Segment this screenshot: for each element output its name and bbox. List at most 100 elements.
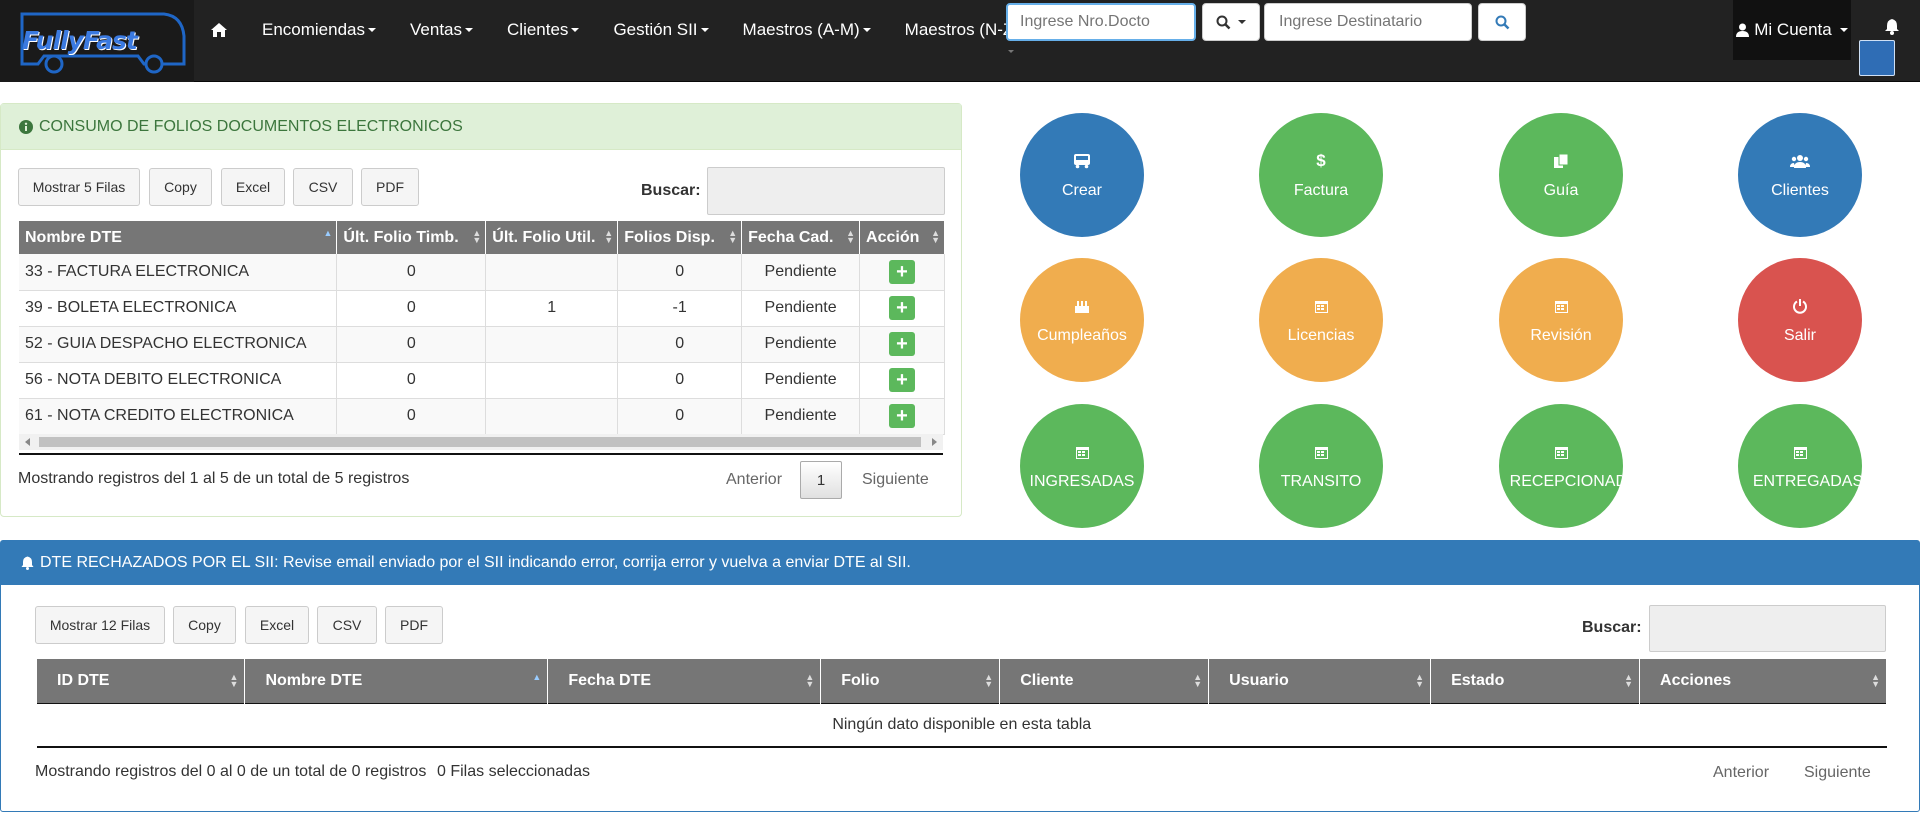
folios-search-input[interactable]	[707, 167, 945, 215]
menu-maestros-a-m[interactable]: Maestros (A-M)	[726, 20, 888, 40]
menu-gestion-sii[interactable]: Gestión SII	[596, 20, 725, 40]
rechazados-search-input[interactable]	[1649, 605, 1886, 652]
folios-prev-page[interactable]: Anterior	[726, 471, 782, 489]
calendar-icon	[1793, 446, 1807, 459]
folios-next-page[interactable]: Siguiente	[862, 471, 929, 489]
folios-panel-header: CONSUMO DE FOLIOS DOCUMENTOS ELECTRONICO…	[1, 104, 961, 150]
calendar-icon	[1554, 446, 1568, 459]
copy-button[interactable]: Copy	[149, 168, 212, 206]
caret-down-icon	[1238, 20, 1246, 24]
menu-clientes[interactable]: Clientes	[490, 20, 596, 40]
shortcut-crear[interactable]: Crear	[1020, 113, 1144, 237]
account-menu[interactable]: Mi Cuenta	[1733, 0, 1851, 60]
brand-logo[interactable]: FullyFast	[0, 0, 194, 82]
shortcut-entregadas[interactable]: ENTREGADAS	[1738, 404, 1862, 528]
caret-down-icon	[465, 28, 474, 32]
rechazados-table: ID DTE ▲ ▼ Nombre DTE ▲ Fecha DTE ▲ ▼ Folio ▲ ▼…	[37, 659, 1887, 748]
folios-current-page[interactable]: 1	[800, 461, 842, 499]
menu-encomiendas[interactable]: Encomiendas	[245, 20, 393, 40]
col-folio[interactable]: Folio ▲ ▼	[820, 659, 1001, 703]
add-folio-button[interactable]: +	[889, 332, 916, 356]
search-icon	[1216, 15, 1231, 29]
table-row: 61 - NOTA CREDITO ELECTRONICA 0 0 Pendie…	[19, 398, 945, 435]
add-folio-button[interactable]: +	[889, 404, 916, 428]
add-folio-button[interactable]: +	[889, 296, 916, 320]
col-ult-folio-timb[interactable]: Últ. Folio Timb. ▲ ▼	[336, 221, 487, 254]
users-icon	[1790, 155, 1810, 168]
caret-down-icon	[571, 28, 580, 32]
caret-down-icon	[862, 28, 871, 32]
scroll-right-icon[interactable]	[932, 438, 937, 446]
col-usuario[interactable]: Usuario ▲ ▼	[1208, 659, 1432, 703]
bell-icon	[21, 556, 34, 570]
csv-button[interactable]: CSV	[293, 168, 353, 206]
destinatario-search-button[interactable]	[1478, 3, 1526, 41]
destinatario-search-input[interactable]	[1264, 3, 1472, 41]
col-folios-disp[interactable]: Folios Disp. ▲ ▼	[617, 221, 743, 254]
show-rows-button[interactable]: Mostrar 12 Filas	[35, 606, 165, 644]
rechazados-table-info: Mostrando registros del 0 al 0 de un tot…	[35, 763, 427, 780]
col-id-dte[interactable]: ID DTE ▲ ▼	[37, 659, 246, 703]
search-label: Buscar:	[641, 182, 701, 199]
pdf-button[interactable]: PDF	[361, 168, 419, 206]
copy-button[interactable]: Copy	[173, 606, 236, 644]
calendar-icon	[1314, 446, 1328, 459]
docto-search-input[interactable]	[1006, 3, 1196, 41]
menu-ventas[interactable]: Ventas	[393, 20, 490, 40]
info-icon	[19, 119, 33, 134]
scrollbar-thumb[interactable]	[39, 437, 921, 447]
table-row: 52 - GUIA DESPACHO ELECTRONICA 0 0 Pendi…	[19, 326, 945, 363]
shortcut-revision[interactable]: Revisión	[1499, 258, 1623, 382]
notifications-bell-icon[interactable]	[1884, 18, 1900, 38]
add-folio-button[interactable]: +	[889, 259, 916, 284]
scroll-left-icon[interactable]	[25, 438, 30, 446]
shortcut-recepcionadas[interactable]: RECEPCIONADAS	[1499, 404, 1623, 528]
caret-down-icon	[1839, 28, 1848, 32]
col-nombre-dte[interactable]: Nombre DTE ▲	[19, 221, 338, 254]
shortcut-clientes[interactable]: Clientes	[1738, 113, 1862, 237]
col-fecha-cad[interactable]: Fecha Cad. ▲ ▼	[741, 221, 861, 254]
col-fecha-dte[interactable]: Fecha DTE ▲ ▼	[547, 659, 822, 703]
add-folio-button[interactable]: +	[889, 368, 916, 392]
shortcut-licencias[interactable]: Licencias	[1259, 258, 1383, 382]
col-ult-folio-util[interactable]: Últ. Folio Util. ▲ ▼	[485, 221, 619, 254]
rechazados-next-page[interactable]: Siguiente	[1804, 764, 1871, 782]
col-acciones[interactable]: Acciones ▲ ▼	[1639, 659, 1887, 703]
col-accion[interactable]: Acción ▲ ▼	[859, 221, 945, 254]
folios-table-info: Mostrando registros del 1 al 5 de un tot…	[18, 470, 410, 487]
home-link[interactable]	[204, 0, 234, 60]
divider	[19, 453, 943, 455]
bus-icon	[1074, 154, 1090, 169]
shortcut-factura[interactable]: $ Factura	[1259, 113, 1383, 237]
calendar-icon	[1554, 300, 1568, 313]
brand-text: FullyFast	[22, 26, 138, 55]
search-label: Buscar:	[1582, 619, 1642, 636]
shortcut-transito[interactable]: TRANSITO	[1259, 404, 1383, 528]
shortcut-cumpleanos[interactable]: Cumpleaños	[1020, 258, 1144, 382]
rechazados-prev-page[interactable]: Anterior	[1713, 764, 1769, 782]
col-cliente[interactable]: Cliente ▲ ▼	[999, 659, 1210, 703]
shortcut-ingresadas[interactable]: INGRESADAS	[1020, 404, 1144, 528]
search-type-dropdown[interactable]	[1202, 3, 1260, 41]
shortcut-guia[interactable]: Guía	[1499, 113, 1623, 237]
shortcut-salir[interactable]: Salir	[1738, 258, 1862, 382]
copy-icon	[1554, 153, 1569, 168]
csv-button[interactable]: CSV	[317, 606, 377, 644]
horizontal-scrollbar[interactable]	[19, 434, 943, 450]
pdf-button[interactable]: PDF	[385, 606, 443, 644]
caret-down-icon	[368, 28, 377, 32]
sidebar-toggle-button[interactable]	[1859, 40, 1895, 76]
dollar-icon: $	[1316, 151, 1326, 170]
show-rows-button[interactable]: Mostrar 5 Filas	[18, 168, 140, 206]
power-icon	[1793, 299, 1807, 314]
excel-button[interactable]: Excel	[245, 606, 309, 644]
excel-button[interactable]: Excel	[221, 168, 285, 206]
folios-table: Nombre DTE ▲ Últ. Folio Timb. ▲ ▼ Últ. Foli…	[19, 221, 945, 435]
col-nombre-dte[interactable]: Nombre DTE ▲	[244, 659, 549, 703]
rechazados-panel-header: DTE RECHAZADOS POR EL SII: Revise email …	[1, 541, 1919, 585]
table-row: 39 - BOLETA ELECTRONICA 0 1 -1 Pendiente…	[19, 290, 945, 327]
table-row: 33 - FACTURA ELECTRONICA 0 0 Pendiente +	[19, 254, 945, 291]
col-estado[interactable]: Estado ▲ ▼	[1430, 659, 1641, 703]
rechazados-panel: DTE RECHAZADOS POR EL SII: Revise email …	[0, 540, 1920, 812]
caret-down-icon	[700, 28, 709, 32]
